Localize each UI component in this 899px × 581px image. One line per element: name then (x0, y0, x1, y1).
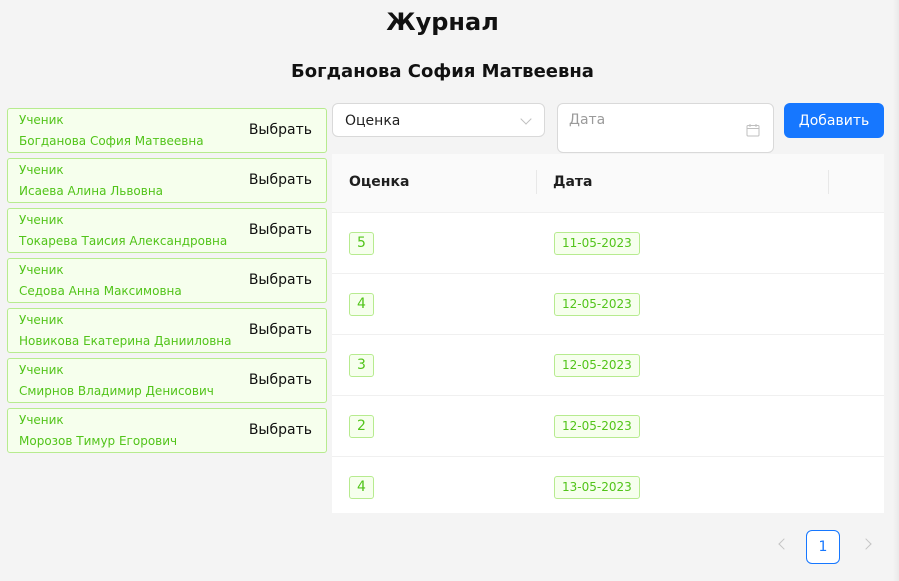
student-role: Ученик (19, 413, 64, 427)
student-role: Ученик (19, 213, 64, 227)
selected-student-name: Богданова София Матвеевна (291, 61, 594, 82)
grades-table: Оценка Дата 5 11-05-2023 4 12-05-2023 3 … (332, 154, 884, 513)
calendar-icon (746, 122, 760, 141)
table-row: 4 13-05-2023 (332, 457, 884, 517)
student-role: Ученик (19, 363, 64, 377)
grade-tag: 4 (349, 293, 374, 316)
student-name: Седова Анна Максимовна (19, 284, 182, 298)
table-row: 2 12-05-2023 (332, 396, 884, 457)
page-title: Журнал (386, 8, 499, 36)
student-card: Ученик Смирнов Владимир Денисович Выбрат… (7, 358, 327, 403)
date-tag: 11-05-2023 (554, 232, 640, 255)
student-card: Ученик Седова Анна Максимовна Выбрать (7, 258, 327, 303)
select-student-button[interactable]: Выбрать (249, 122, 312, 138)
date-placeholder: Дата (569, 112, 606, 128)
column-header-grade: Оценка (349, 174, 410, 190)
date-tag: 12-05-2023 (554, 293, 640, 316)
student-list: Ученик Богданова София Матвеевна Выбрать… (7, 108, 327, 458)
date-tag: 12-05-2023 (554, 354, 640, 377)
column-header-date: Дата (553, 174, 593, 190)
select-student-button[interactable]: Выбрать (249, 172, 312, 188)
column-divider (828, 170, 829, 194)
student-card: Ученик Новикова Екатерина Данииловна Выб… (7, 308, 327, 353)
student-name: Новикова Екатерина Данииловна (19, 334, 232, 348)
grade-tag: 5 (349, 232, 374, 255)
table-row: 4 12-05-2023 (332, 274, 884, 335)
student-name: Смирнов Владимир Денисович (19, 384, 214, 398)
column-divider (536, 170, 537, 194)
select-student-button[interactable]: Выбрать (249, 222, 312, 238)
chevron-down-icon (520, 113, 532, 125)
student-role: Ученик (19, 163, 64, 177)
table-row: 3 12-05-2023 (332, 335, 884, 396)
select-student-button[interactable]: Выбрать (249, 422, 312, 438)
chevron-right-icon[interactable] (860, 538, 872, 550)
table-header: Оценка Дата (332, 154, 884, 213)
date-picker[interactable]: Дата (557, 103, 774, 153)
student-card: Ученик Морозов Тимур Егорович Выбрать (7, 408, 327, 453)
student-role: Ученик (19, 113, 64, 127)
table-row: 5 11-05-2023 (332, 213, 884, 274)
grade-tag: 4 (349, 476, 374, 499)
date-tag: 12-05-2023 (554, 415, 640, 438)
student-role: Ученик (19, 263, 64, 277)
chevron-left-icon[interactable] (778, 538, 790, 550)
student-card: Ученик Исаева Алина Львовна Выбрать (7, 158, 327, 203)
grade-tag: 3 (349, 354, 374, 377)
student-card: Ученик Богданова София Матвеевна Выбрать (7, 108, 327, 153)
select-student-button[interactable]: Выбрать (249, 372, 312, 388)
student-role: Ученик (19, 313, 64, 327)
add-grade-button[interactable]: Добавить (784, 103, 884, 138)
grade-select-value: Оценка (345, 113, 401, 129)
student-name: Исаева Алина Львовна (19, 184, 164, 198)
select-student-button[interactable]: Выбрать (249, 322, 312, 338)
student-name: Богданова София Матвеевна (19, 134, 204, 148)
student-card: Ученик Токарева Таисия Александровна Выб… (7, 208, 327, 253)
grade-tag: 2 (349, 415, 374, 438)
select-student-button[interactable]: Выбрать (249, 272, 312, 288)
grade-select[interactable]: Оценка (332, 103, 545, 137)
date-tag: 13-05-2023 (554, 476, 640, 499)
student-name: Токарева Таисия Александровна (19, 234, 228, 248)
page-number-button[interactable]: 1 (806, 530, 840, 564)
student-name: Морозов Тимур Егорович (19, 434, 178, 448)
window-scroll-edge (893, 0, 899, 581)
